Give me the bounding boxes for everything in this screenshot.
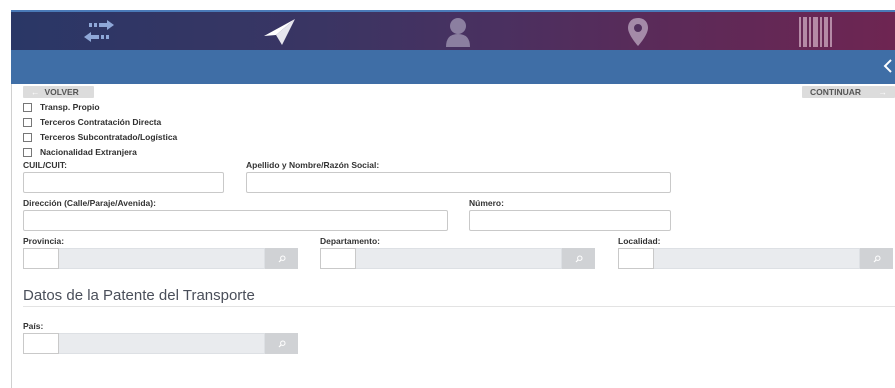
locality-description [654,248,860,269]
checkbox[interactable] [23,132,32,142]
continue-button-label: CONTINUAR [810,87,861,97]
back-button[interactable]: ← VOLVER [23,86,94,98]
address-label: Dirección (Calle/Paraje/Avenida): [23,198,156,208]
department-label: Departamento: [320,236,380,246]
province-lookup [23,248,298,269]
country-code-input[interactable] [23,333,59,354]
province-description [59,248,265,269]
cuil-label: CUIL/CUIT: [23,160,67,170]
content-border [11,84,12,388]
plate-section-title: Datos de la Patente del Transporte [23,287,255,304]
continue-button[interactable]: CONTINUAR → [802,86,895,98]
country-description [59,333,265,354]
number-input[interactable] [469,210,671,231]
section-divider [23,306,895,307]
department-search-button[interactable] [562,248,595,269]
locality-code-input[interactable] [618,248,654,269]
department-lookup [320,248,595,269]
option-label: Terceros Contratación Directa [40,117,162,127]
location-pin-icon[interactable] [623,15,653,49]
address-input[interactable] [23,210,448,231]
country-label: País: [23,321,44,331]
option-transp-propio[interactable]: Transp. Propio [23,102,100,112]
locality-label: Localidad: [618,236,661,246]
option-label: Terceros Subcontratado/Logística [40,132,178,142]
option-nacionalidad-extranjera[interactable]: Nacionalidad Extranjera [23,147,137,157]
expand-icon[interactable] [881,58,895,74]
option-terceros-subcontratado[interactable]: Terceros Subcontratado/Logística [23,132,177,142]
country-lookup [23,333,298,354]
top-navigation-bar [11,10,895,50]
send-icon[interactable] [259,15,299,49]
cuil-input[interactable] [23,172,224,193]
name-label: Apellido y Nombre/Razón Social: [246,160,380,170]
number-label: Número: [469,198,504,208]
department-code-input[interactable] [320,248,356,269]
search-icon [575,255,583,262]
transfer-icon[interactable] [81,15,117,49]
arrow-left-icon: ← [31,87,40,97]
user-icon[interactable] [441,15,475,49]
locality-lookup [618,248,893,269]
locality-search-button[interactable] [860,248,893,269]
search-icon [278,340,286,347]
option-label: Nacionalidad Extranjera [40,147,137,157]
country-search-button[interactable] [265,333,298,354]
province-code-input[interactable] [23,248,59,269]
arrow-right-icon: → [878,87,888,97]
search-icon [873,255,881,262]
option-terceros-contratacion-directa[interactable]: Terceros Contratación Directa [23,117,161,127]
department-description [356,248,562,269]
back-button-label: VOLVER [44,87,79,97]
province-label: Provincia: [23,236,65,246]
checkbox[interactable] [23,147,32,157]
section-subbar [11,50,895,84]
name-input[interactable] [246,172,671,193]
barcode-icon[interactable] [795,15,839,49]
option-label: Transp. Propio [40,102,100,112]
checkbox[interactable] [23,117,32,127]
province-search-button[interactable] [265,248,298,269]
search-icon [278,255,286,262]
checkbox[interactable] [23,102,32,112]
